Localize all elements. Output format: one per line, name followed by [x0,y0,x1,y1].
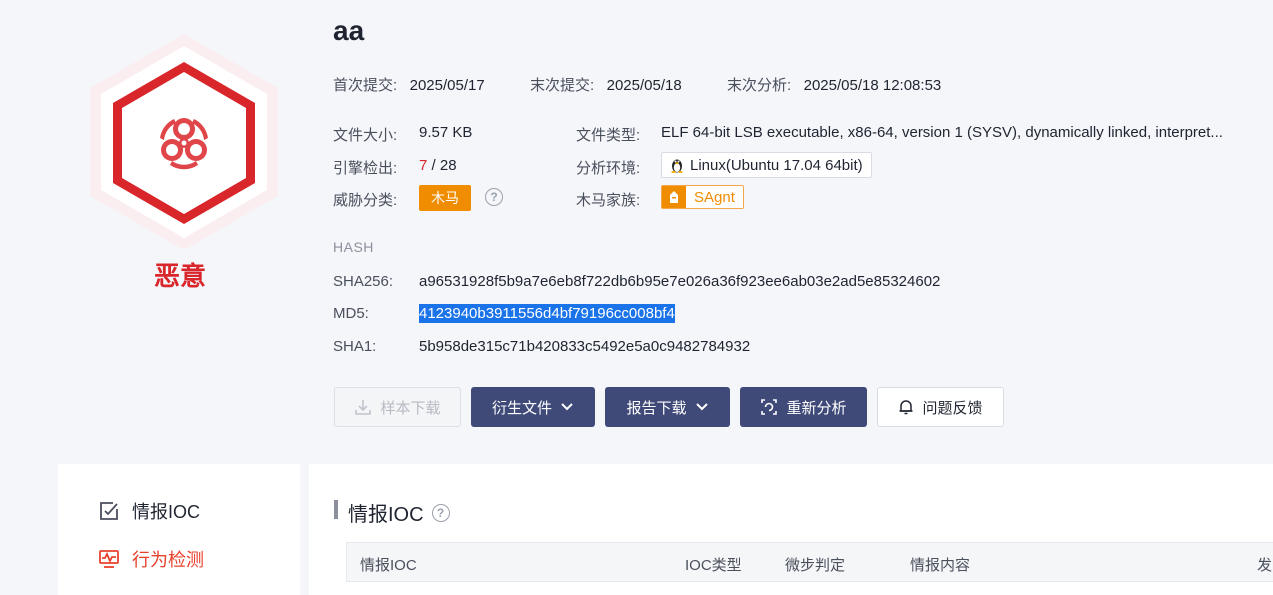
file-type-value: ELF 64-bit LSB executable, x86-64, versi… [661,124,1223,141]
engine-hits: 7 [419,157,428,174]
sha256-label: SHA256: [333,273,394,290]
derived-files-button[interactable]: 衍生文件 [471,387,595,427]
sidebar-item-ioc[interactable]: 情报IOC [98,498,200,524]
feedback-button[interactable]: 问题反馈 [877,387,1004,427]
meta-label: 末次分析: [727,77,792,94]
file-size-label: 文件大小: [333,127,398,144]
meta-label: 末次提交: [530,77,595,94]
meta-last-submit: 末次提交: 2025/05/18 [530,74,682,95]
chevron-down-icon [561,403,573,411]
monitor-pulse-icon [99,550,119,568]
download-sample-button[interactable]: 样本下载 [334,387,461,427]
malicious-badge-icon [90,34,278,250]
env-label: 分析环境: [576,160,641,177]
env-value: Linux(Ubuntu 17.04 64bit) [690,156,863,174]
meta-value: 2025/05/18 [606,77,682,94]
sidebar: 情报IOC 行为检测 [58,464,300,595]
meta-last-analysis: 末次分析: 2025/05/18 12:08:53 [727,74,941,95]
reanalyze-button[interactable]: 重新分析 [740,387,867,427]
family-badge[interactable]: SAgnt [661,185,744,209]
family-value: SAgnt [694,188,735,206]
meta-value: 2025/05/17 [409,77,485,94]
hash-heading: HASH [333,239,374,255]
derived-files-label: 衍生文件 [491,399,552,417]
sidebar-item-behavior[interactable]: 行为检测 [98,546,204,572]
bell-icon [899,400,913,415]
column-header[interactable]: 发 [1257,554,1272,575]
help-icon[interactable]: ? [485,188,503,206]
meta-value: 2025/05/18 12:08:53 [803,77,942,94]
chevron-down-icon [695,403,708,411]
engine-label: 引擎检出: [333,160,398,177]
page-title: aa [333,15,365,46]
verdict-label: 恶意 [154,261,207,291]
md5-value[interactable]: 4123940b3911556d4bf79196cc008bf4 [419,304,675,323]
md5-label: MD5: [333,305,369,322]
sidebar-item-label: 情报IOC [132,502,201,522]
file-size-value: 9.57 KB [419,124,473,141]
download-sample-label: 样本下载 [380,399,441,417]
engine-detection: 7 / 28 [419,157,457,174]
meta-first-submit: 首次提交: 2025/05/17 [333,74,485,95]
family-label: 木马家族: [576,192,641,209]
sha1-value[interactable]: 5b958de315c71b420833c5492e5a0c9482784932 [419,338,750,355]
refresh-icon [761,399,778,415]
file-type-label: 文件类型: [576,127,641,144]
section-title-bar [334,500,338,519]
env-badge: Linux(Ubuntu 17.04 64bit) [661,152,872,178]
help-icon[interactable]: ? [431,503,450,522]
column-header[interactable]: 微步判定 [785,554,845,575]
reanalyze-label: 重新分析 [786,399,847,417]
column-header[interactable]: IOC类型 [685,554,742,575]
report-download-label: 报告下载 [626,399,687,417]
sha1-label: SHA1: [333,338,377,355]
column-header[interactable]: 情报IOC [360,554,417,575]
sidebar-item-label: 行为检测 [132,550,204,570]
threat-tag: 木马 [419,185,471,211]
column-header[interactable]: 情报内容 [910,554,970,575]
family-tag-icon [662,186,686,208]
meta-label: 首次提交: [333,77,398,94]
section-title: 情报IOC ? [348,498,450,527]
threat-label: 威胁分类: [333,192,398,209]
feedback-label: 问题反馈 [922,399,983,417]
edit-check-icon [100,502,118,520]
ioc-table-header: 情报IOC IOC类型 微步判定 情报内容 发 [346,542,1273,582]
sha256-value[interactable]: a96531928f5b9a7e6eb8f722db6b95e7e026a36f… [419,273,940,290]
download-icon [355,400,372,415]
engine-total: / 28 [431,157,457,174]
report-download-button[interactable]: 报告下载 [605,387,730,427]
threat-tag-text: 木马 [419,185,471,211]
section-title-text: 情报IOC [348,504,424,526]
linux-penguin-icon [671,159,683,173]
